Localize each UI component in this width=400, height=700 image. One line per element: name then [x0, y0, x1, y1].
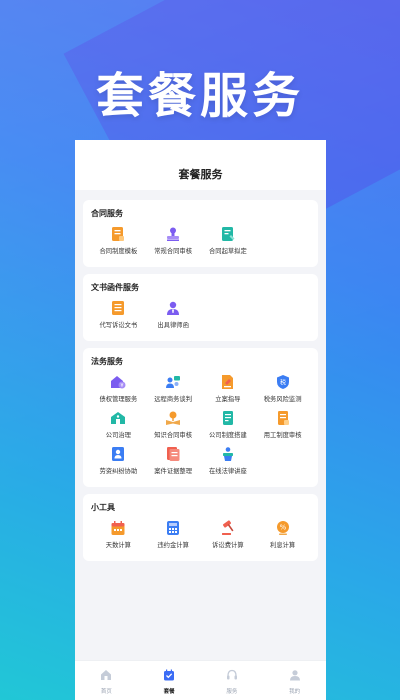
- tab-home[interactable]: 首页: [75, 661, 138, 700]
- service-item[interactable]: 税 税务风险监测: [255, 373, 310, 403]
- service-item[interactable]: 案件证据整理: [146, 445, 201, 475]
- promo-headline: 套餐服务: [95, 68, 304, 124]
- service-item[interactable]: 用工制度审核: [255, 409, 310, 439]
- service-item-label: 公司制度搭建: [208, 432, 247, 439]
- service-item-label: 公司治理: [105, 432, 131, 439]
- list-document-icon: [109, 299, 127, 317]
- service-item-label: 远程商务谈判: [154, 396, 193, 403]
- svg-text:%: %: [279, 524, 286, 532]
- tool-item[interactable]: 天数计算: [91, 519, 146, 549]
- headset-icon: [226, 666, 238, 685]
- home-icon: [100, 666, 112, 685]
- service-item[interactable]: 远程商务谈判: [146, 373, 201, 403]
- service-item-label: 出具律师函: [157, 322, 189, 329]
- tab-profile[interactable]: 我的: [263, 661, 326, 700]
- service-item-label: 在线法律讲座: [208, 468, 247, 475]
- service-item-label: 立案指导: [215, 396, 241, 403]
- tab-label: 服务: [226, 689, 238, 695]
- section-legal: 法务服务 ¥ 债权管理服务 远程商务谈判 立案指导 税 税务风险监测 公司治理 …: [83, 348, 318, 487]
- filing-icon: [219, 373, 237, 391]
- section-title: 文书函件服务: [91, 283, 139, 292]
- stamp-icon: [164, 225, 182, 243]
- service-item[interactable]: 立案指导: [201, 373, 256, 403]
- tab-service[interactable]: 服务: [201, 661, 264, 700]
- service-item-label: 劳资纠纷协助: [99, 468, 138, 475]
- calculator-icon: [164, 519, 182, 537]
- tab-label: 套餐: [163, 689, 175, 695]
- service-item[interactable]: 代写诉讼文书: [91, 299, 146, 329]
- section-title: 法务服务: [91, 357, 123, 366]
- tab-package[interactable]: 套餐: [138, 661, 201, 700]
- section-contract: 合同服务 合同制度模板 常规合同审核 合同起草拟定: [83, 200, 318, 267]
- nav-bar: 套餐服务: [75, 140, 326, 190]
- service-item-label: 知识合同审核: [154, 432, 193, 439]
- lawyer-icon: [164, 299, 182, 317]
- service-item[interactable]: 常规合同审核: [146, 225, 201, 255]
- evidence-icon: [164, 445, 182, 463]
- service-sections: 合同服务 合同制度模板 常规合同审核 合同起草拟定 文书函件服务 代写诉讼文书 …: [75, 190, 326, 561]
- page-title: 套餐服务: [178, 168, 223, 181]
- user-icon: [289, 666, 301, 685]
- service-item-label: 用工制度审核: [263, 432, 302, 439]
- service-item-label: 合同制度模板: [99, 248, 138, 255]
- service-item[interactable]: ¥ 债权管理服务: [91, 373, 146, 403]
- service-item-label: 常规合同审核: [154, 248, 193, 255]
- tool-item-label: 诉讼费计算: [212, 542, 244, 549]
- tab-label: 我的: [289, 689, 301, 695]
- tab-label: 首页: [100, 689, 112, 695]
- package-icon: [163, 666, 175, 685]
- tax-shield-icon: 税: [274, 373, 292, 391]
- section-documents: 文书函件服务 代写诉讼文书 出具律师函: [83, 274, 318, 341]
- meeting-icon: [164, 373, 182, 391]
- service-item[interactable]: 在线法律讲座: [201, 445, 256, 475]
- tool-item[interactable]: % 利息计算: [255, 519, 310, 549]
- tool-item-label: 利息计算: [270, 542, 296, 549]
- service-item[interactable]: 合同起草拟定: [201, 225, 256, 255]
- svg-text:税: 税: [280, 379, 286, 387]
- service-item[interactable]: 公司治理: [91, 409, 146, 439]
- tool-item-label: 违约金计算: [157, 542, 189, 549]
- lecture-icon: [219, 445, 237, 463]
- service-item[interactable]: 合同制度模板: [91, 225, 146, 255]
- interest-icon: %: [274, 519, 292, 537]
- section-tools: 小工具 天数计算 违约金计算 诉讼费计算 % 利息计算: [83, 494, 318, 561]
- service-item-label: 代写诉讼文书: [99, 322, 138, 329]
- labor-icon: [109, 445, 127, 463]
- tool-item-label: 天数计算: [105, 542, 131, 549]
- app-screen: 套餐服务 合同服务 合同制度模板 常规合同审核 合同起草拟定 文书函件服务 代写…: [75, 140, 326, 700]
- service-item[interactable]: 出具律师函: [146, 299, 201, 329]
- gavel-icon: [219, 519, 237, 537]
- service-item[interactable]: 知识合同审核: [146, 409, 201, 439]
- section-title: 小工具: [91, 503, 115, 512]
- service-item-label: 税务风险监测: [263, 396, 302, 403]
- employment-icon: [274, 409, 292, 427]
- service-item[interactable]: 公司制度搭建: [201, 409, 256, 439]
- service-item[interactable]: 劳资纠纷协助: [91, 445, 146, 475]
- company-icon: [109, 409, 127, 427]
- calendar-icon: [109, 519, 127, 537]
- policy-icon: [219, 409, 237, 427]
- service-item-label: 债权管理服务: [99, 396, 138, 403]
- service-item-label: 合同起草拟定: [208, 248, 247, 255]
- contract-draft-icon: [219, 225, 237, 243]
- section-title: 合同服务: [91, 209, 123, 218]
- tool-item[interactable]: 违约金计算: [146, 519, 201, 549]
- service-item-label: 案件证据整理: [154, 468, 193, 475]
- bottom-tabbar: 首页 套餐 服务 我的: [75, 660, 326, 700]
- document-icon: [109, 225, 127, 243]
- debt-icon: ¥: [109, 373, 127, 391]
- svg-text:¥: ¥: [121, 383, 124, 389]
- knowledge-icon: [164, 409, 182, 427]
- tool-item[interactable]: 诉讼费计算: [201, 519, 256, 549]
